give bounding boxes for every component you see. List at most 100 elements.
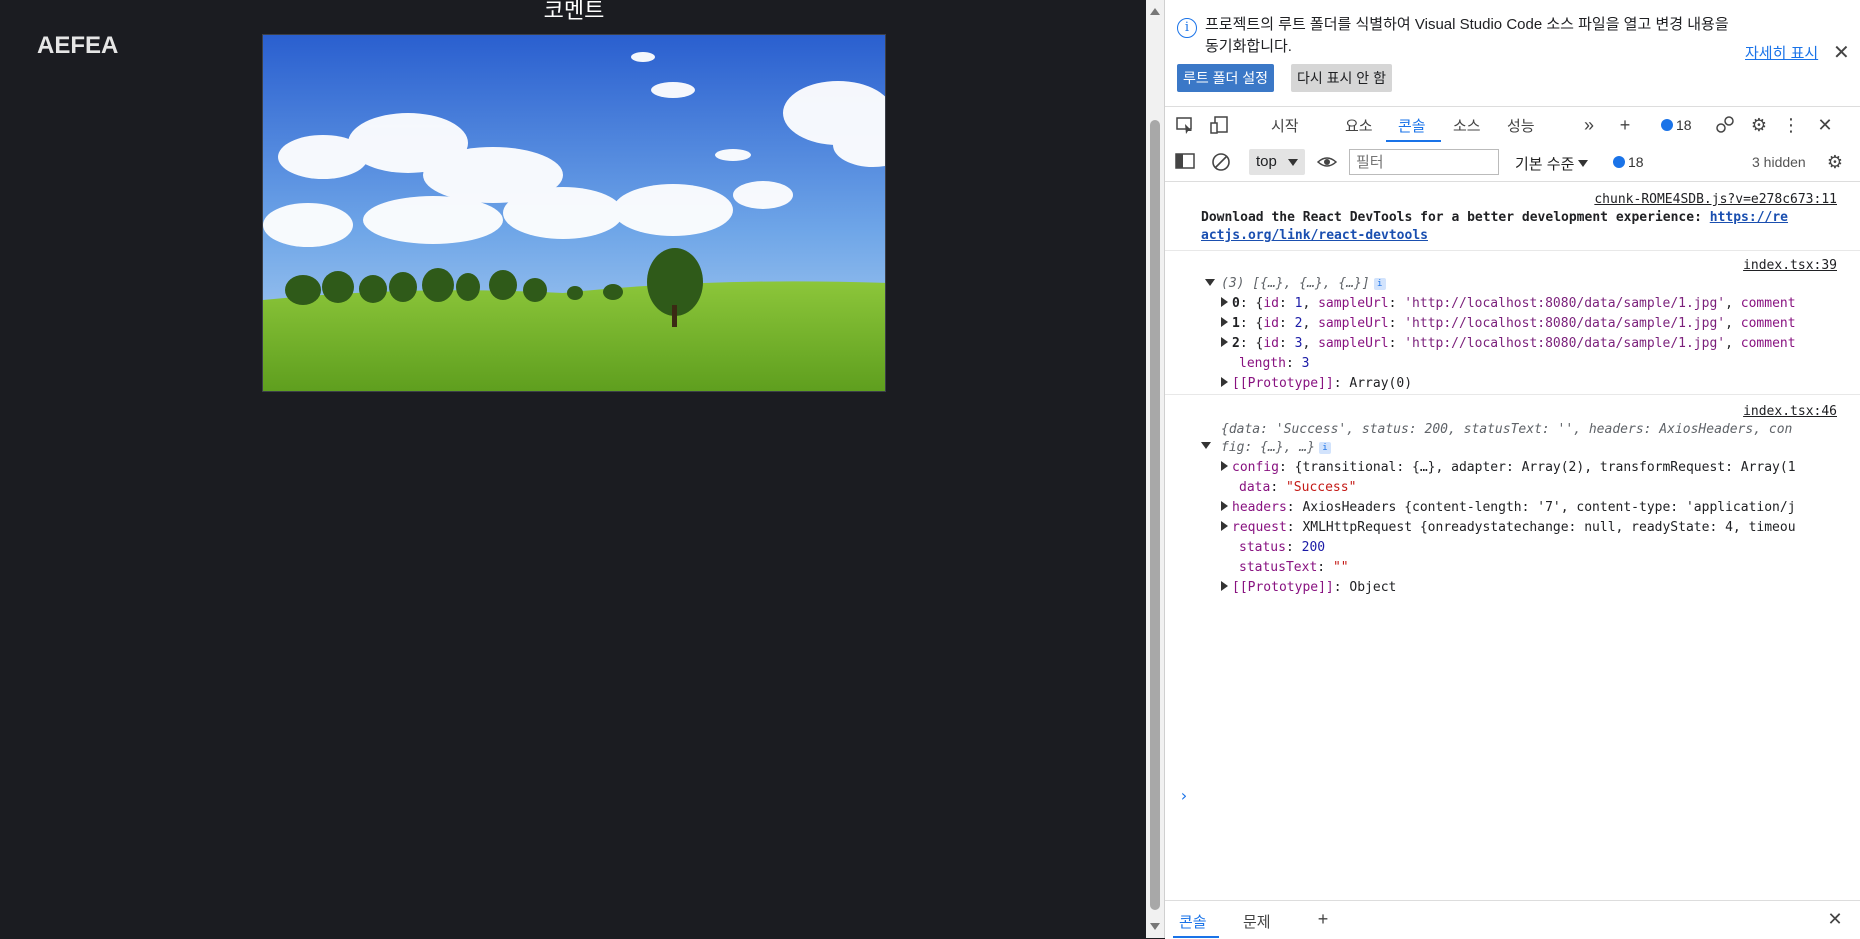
console-settings-gear-icon[interactable]: ⚙ [1825,152,1845,172]
infobar-close-icon[interactable]: ✕ [1833,40,1850,65]
prop-request[interactable]: request: XMLHttpRequest {onreadystatecha… [1221,520,1860,535]
data-value: "Success" [1285,480,1357,495]
prop-headers[interactable]: headers: AxiosHeaders {content-length: '… [1221,500,1860,515]
settings-gear-icon[interactable]: ⚙ [1749,115,1769,135]
set-root-folder-button[interactable]: 루트 폴더 설정 [1177,64,1275,92]
info-badge-icon[interactable]: i [1373,278,1386,290]
page-scrollbar[interactable] [1146,0,1164,938]
prop-statustext: statusText: "" [1239,560,1349,575]
console-issues-count: 18 [1628,154,1644,170]
tab-console[interactable]: 콘솔 [1398,115,1426,136]
expand-triangle-icon[interactable] [1201,422,1217,454]
console-issues-badge[interactable]: 18 [1613,154,1644,170]
item-url: 'http://localhost:8080/data/sample/1.jpg… [1404,296,1726,311]
tab-welcome[interactable]: 시작 [1271,115,1299,136]
item-url: 'http://localhost:8080/data/sample/1.jpg… [1404,336,1726,351]
sidebar-toggle-icon[interactable] [1175,152,1195,172]
issues-icon [1613,156,1625,168]
item-index: 1 [1232,316,1240,331]
drawer-tabbar: 콘솔 문제 + ✕ [1165,900,1860,939]
console-output: chunk-ROME4SDB.js?v=e278c673:11 Download… [1165,182,1860,900]
array-item[interactable]: 1: {id: 2, sampleUrl: 'http://localhost:… [1221,316,1860,331]
array-prototype[interactable]: [[Prototype]]: Array(0) [1221,376,1412,391]
item-id: 3 [1294,336,1303,351]
console-message: index.tsx:46 {data: 'Success', status: 2… [1165,394,1860,595]
message-source-link[interactable]: index.tsx:39 [1743,258,1837,273]
add-tab-icon[interactable]: + [1615,115,1635,135]
log-levels-label: 기본 수준 [1515,156,1575,173]
device-toolbar-icon[interactable] [1209,115,1229,135]
status-value: 200 [1301,540,1326,555]
expand-triangle-icon[interactable] [1221,317,1228,327]
drawer-tab-console[interactable]: 콘솔 [1179,911,1207,932]
array-item[interactable]: 2: {id: 3, sampleUrl: 'http://localhost:… [1221,336,1860,351]
prop-data: data: "Success" [1239,480,1357,495]
context-selector[interactable]: top [1249,149,1305,175]
scroll-up-icon[interactable] [1150,8,1160,15]
issues-icon [1661,119,1673,131]
console-toolbar: top 기본 수준 18 3 hidden ⚙ [1165,143,1860,182]
drawer-tab-issues[interactable]: 문제 [1243,911,1271,932]
inspect-element-icon[interactable] [1175,115,1195,135]
config-value: {transitional: {…}, adapter: Array(2), t… [1294,460,1796,475]
expand-triangle-icon[interactable] [1221,297,1228,307]
expand-triangle-icon[interactable] [1221,581,1228,591]
expand-triangle-icon[interactable] [1221,377,1228,387]
expand-triangle-icon[interactable] [1205,279,1215,286]
filter-input[interactable] [1349,149,1499,175]
prop-config[interactable]: config: {transitional: {…}, adapter: Arr… [1221,460,1860,475]
connect-icon[interactable] [1715,115,1735,135]
message-text-body: Download the React DevTools for a better… [1201,210,1710,225]
dont-show-again-button[interactable]: 다시 표시 안 함 [1291,64,1392,92]
statustext-value: "" [1332,560,1349,575]
prototype-value: Object [1349,580,1397,595]
prop-status: status: 200 [1239,540,1326,555]
message-text: Download the React DevTools for a better… [1201,210,1851,225]
app-title[interactable]: AEFEA [37,32,118,60]
response-summary-cont[interactable]: fig: {…}, …} i [1221,440,1331,455]
close-devtools-icon[interactable]: ✕ [1815,115,1835,135]
issues-badge[interactable]: 18 [1661,117,1692,133]
console-prompt-chevron-icon[interactable]: › [1179,786,1189,805]
tab-sources[interactable]: 소스 [1453,115,1481,136]
log-levels-dropdown[interactable]: 기본 수준 [1515,153,1589,174]
devtools-panel: i 프로젝트의 루트 폴더를 식별하여 Visual Studio Code 소… [1164,0,1860,939]
landscape-image-graphic [263,35,885,391]
headers-value: AxiosHeaders {content-length: '7', conte… [1302,500,1796,515]
more-tabs-icon[interactable]: » [1579,115,1599,135]
expand-triangle-icon[interactable] [1221,501,1228,511]
drawer-add-tab-icon[interactable]: + [1313,909,1333,929]
scroll-down-icon[interactable] [1150,923,1160,930]
response-prototype[interactable]: [[Prototype]]: Object [1221,580,1396,595]
close-drawer-icon[interactable]: ✕ [1825,909,1845,929]
item-url: 'http://localhost:8080/data/sample/1.jpg… [1404,316,1726,331]
expand-triangle-icon[interactable] [1221,337,1228,347]
hidden-messages-count: 3 hidden [1752,154,1806,170]
scrollbar-thumb[interactable] [1150,120,1160,910]
console-message: index.tsx:39 (3) [{…}, {…}, {…}] i 0: {id… [1165,250,1860,395]
context-value: top [1256,153,1277,170]
response-summary-text: fig: {…}, …} [1221,440,1315,455]
learn-more-link[interactable]: 자세히 표시 [1745,42,1818,63]
response-summary[interactable]: {data: 'Success', status: 200, statusTex… [1221,422,1860,437]
react-devtools-link[interactable]: https://re [1710,210,1788,225]
tab-performance[interactable]: 성능 [1507,115,1535,136]
array-summary[interactable]: (3) [{…}, {…}, {…}] i [1205,276,1386,291]
context-caret-icon [1288,159,1298,166]
clear-console-icon[interactable] [1211,152,1231,172]
message-source-link[interactable]: chunk-ROME4SDB.js?v=e278c673:11 [1594,192,1837,207]
array-length: length: 3 [1239,356,1310,371]
live-expression-eye-icon[interactable] [1316,152,1338,172]
message-source-link[interactable]: index.tsx:46 [1743,404,1837,419]
react-devtools-link-cont[interactable]: actjs.org/link/react-devtools [1201,228,1428,243]
array-item[interactable]: 0: {id: 1, sampleUrl: 'http://localhost:… [1221,296,1860,311]
request-value: XMLHttpRequest {onreadystatechange: null… [1302,520,1796,535]
expand-triangle-icon[interactable] [1221,521,1228,531]
active-tab-indicator [1386,140,1441,142]
levels-caret-icon [1578,160,1589,167]
expand-triangle-icon[interactable] [1221,461,1228,471]
info-badge-icon[interactable]: i [1318,442,1331,454]
more-options-icon[interactable]: ⋮ [1781,115,1801,135]
devtools-tabbar: 시작 요소 콘솔 소스 성능 » + 18 ⚙ ⋮ ✕ [1165,106,1860,144]
tab-elements[interactable]: 요소 [1345,115,1373,136]
